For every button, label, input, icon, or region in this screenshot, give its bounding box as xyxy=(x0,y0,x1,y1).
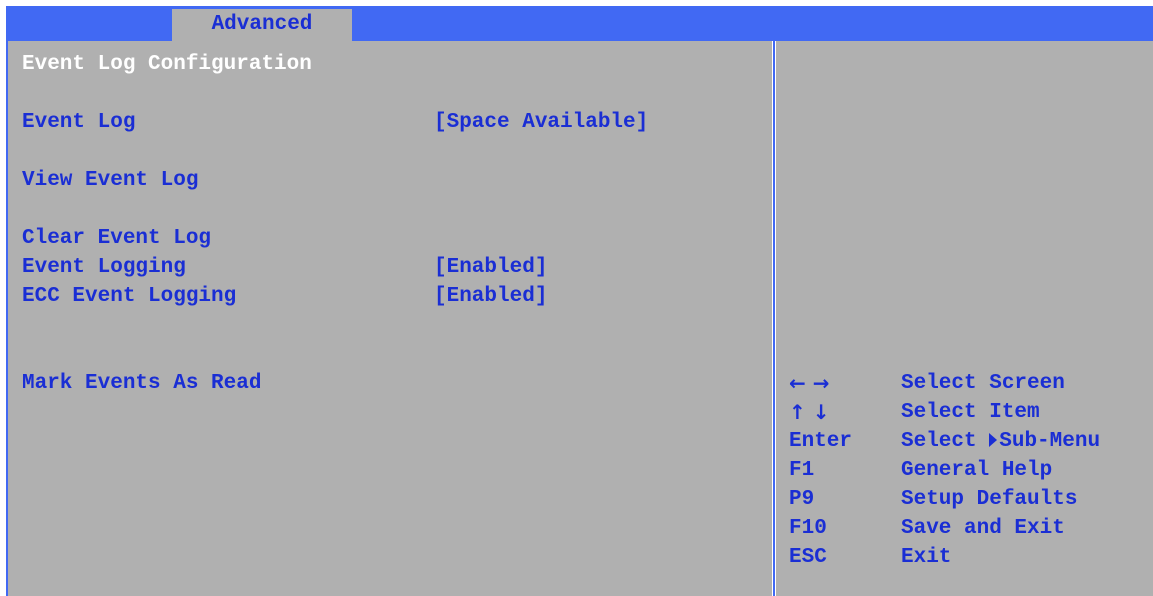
bios-screen: Advanced Event Log Configuration Event L… xyxy=(6,6,1153,596)
triangle-right-icon xyxy=(989,433,998,447)
event-log-value[interactable]: [Space Available] xyxy=(434,108,648,137)
help-key-f10: F10 xyxy=(789,517,827,540)
event-log-option[interactable]: Event Log xyxy=(22,108,135,137)
clear-event-log-option[interactable]: Clear Event Log xyxy=(22,224,211,253)
help-desc-exit: Exit xyxy=(901,546,952,569)
help-key-left-right: ← → xyxy=(789,369,829,400)
section-title: Event Log Configuration xyxy=(22,53,312,76)
mark-events-as-read-option[interactable]: Mark Events As Read xyxy=(22,369,261,398)
panel-border-left xyxy=(6,41,8,596)
help-desc-select-submenu: Select Sub-Menu xyxy=(901,427,1100,456)
help-key-p9: P9 xyxy=(789,488,815,511)
help-desc-select-text: Select xyxy=(901,430,977,453)
help-key-enter: Enter xyxy=(789,430,853,453)
help-desc-submenu-text: Sub-Menu xyxy=(999,430,1101,453)
left-right-arrows-icon: ← → xyxy=(789,371,830,395)
up-down-arrows-icon: ↑ ↓ xyxy=(789,400,830,424)
event-logging-value[interactable]: [Enabled] xyxy=(434,253,547,282)
tab-advanced[interactable]: Advanced xyxy=(172,9,352,41)
ecc-event-logging-value[interactable]: [Enabled] xyxy=(434,282,547,311)
help-desc-select-screen: Select Screen xyxy=(901,372,1065,395)
help-key-esc: ESC xyxy=(789,546,827,569)
top-menu-bar: Advanced xyxy=(6,6,1153,41)
help-desc-setup-defaults: Setup Defaults xyxy=(901,488,1078,511)
view-event-log-option[interactable]: View Event Log xyxy=(22,166,198,195)
help-desc-save-exit: Save and Exit xyxy=(901,517,1065,540)
event-logging-option[interactable]: Event Logging xyxy=(22,253,186,282)
help-key-f1: F1 xyxy=(789,459,815,482)
help-key-up-down: ↑ ↓ xyxy=(789,398,829,429)
ecc-event-logging-option[interactable]: ECC Event Logging xyxy=(22,282,236,311)
help-desc-general-help: General Help xyxy=(901,459,1053,482)
help-desc-select-item: Select Item xyxy=(901,401,1040,424)
